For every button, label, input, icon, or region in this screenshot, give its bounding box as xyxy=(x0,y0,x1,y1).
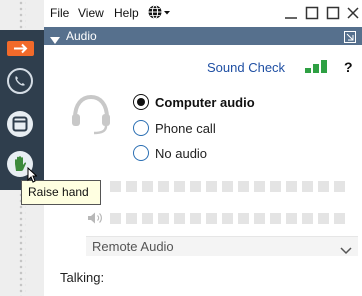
window-icon[interactable] xyxy=(7,111,33,137)
sound-check-link[interactable]: Sound Check xyxy=(207,60,285,75)
headset-icon xyxy=(68,92,114,141)
speaker-icon xyxy=(87,211,105,230)
radio-label: Phone call xyxy=(155,120,216,136)
caret-down-icon[interactable] xyxy=(50,32,60,50)
popout-icon[interactable] xyxy=(344,30,356,48)
audio-option-computer[interactable]: Computer audio xyxy=(133,92,255,112)
audio-option-phone[interactable]: Phone call xyxy=(133,118,216,138)
microphone-level-meter xyxy=(110,181,350,192)
globe-icon[interactable] xyxy=(147,4,171,23)
control-toolbar xyxy=(0,30,44,190)
restore-alt-icon[interactable] xyxy=(326,6,340,25)
minimize-icon[interactable] xyxy=(284,6,298,25)
chevron-down-icon[interactable] xyxy=(340,242,352,260)
menu-view[interactable]: View xyxy=(78,6,104,20)
menu-file[interactable]: File xyxy=(50,6,69,20)
signal-strength-icon xyxy=(304,60,330,79)
close-icon[interactable] xyxy=(346,6,360,25)
phone-icon[interactable] xyxy=(7,68,33,94)
radio-phone-call[interactable] xyxy=(133,120,149,136)
speaker-level-meter xyxy=(110,213,350,224)
help-button[interactable]: ? xyxy=(344,59,353,75)
audio-option-none[interactable]: No audio xyxy=(133,143,207,163)
radio-label: Computer audio xyxy=(155,94,255,110)
restore-icon[interactable] xyxy=(305,6,319,25)
mouse-cursor-icon xyxy=(27,166,38,188)
panel-title: Audio xyxy=(66,29,97,43)
speaker-select[interactable]: Remote Audio xyxy=(86,236,358,256)
radio-label: No audio xyxy=(155,145,208,161)
radio-no-audio[interactable] xyxy=(133,145,149,161)
menu-bar: File View Help xyxy=(44,0,362,27)
speaker-select-value: Remote Audio xyxy=(92,239,174,254)
talking-label: Talking: xyxy=(60,270,105,285)
menu-help[interactable]: Help xyxy=(114,6,139,20)
radio-computer-audio[interactable] xyxy=(133,94,149,110)
arrow-right-icon[interactable] xyxy=(7,41,34,56)
audio-panel-header[interactable]: Audio xyxy=(44,27,362,45)
